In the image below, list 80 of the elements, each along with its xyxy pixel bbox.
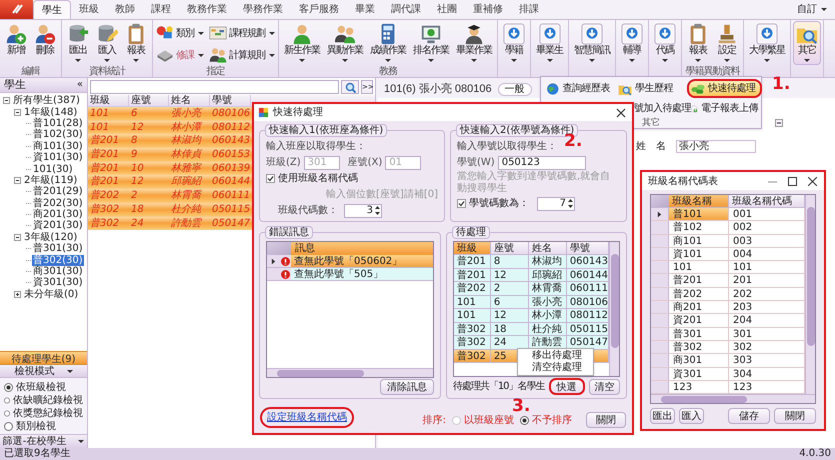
table-cell-text: 普201 xyxy=(89,162,120,174)
table-cell: 2 xyxy=(490,282,529,294)
table-cell-text: 12 xyxy=(130,175,145,188)
table-cell-text: 林倖貞 xyxy=(170,148,204,161)
table-cell-text: 杜介純 xyxy=(170,202,203,216)
sort-label: 排序: xyxy=(422,414,446,428)
table-cell: 普201 xyxy=(454,268,491,281)
group-title: 快速輸入1(依班座為條件) xyxy=(265,124,388,137)
table-cell: 18 xyxy=(490,322,529,335)
panel-title: 學生 xyxy=(4,76,26,93)
window-title: 快速待處理 xyxy=(273,106,324,120)
table-cell: 普302 xyxy=(454,336,491,348)
table-cell-text: 060144 xyxy=(211,175,251,188)
table-cell-text: 12 xyxy=(130,120,145,134)
table-cell: 普202 xyxy=(454,282,491,294)
table-cell-text: 050115 xyxy=(211,202,251,216)
table-cell-text: 普201 xyxy=(89,175,120,188)
step-number: 3. xyxy=(512,398,530,415)
table-cell-text: 9 xyxy=(130,148,138,161)
table-cell: 普302 xyxy=(454,322,491,335)
table-cell: 杜介純 xyxy=(528,322,567,335)
table-cell: 林霄喬 xyxy=(528,282,567,294)
group-label: 指定 xyxy=(206,66,226,77)
group-title: 錯誤訊息 xyxy=(265,226,313,239)
status-text: 已選取9名學生 xyxy=(4,449,70,459)
table-cell-text: 許勳雲 xyxy=(170,216,203,230)
table-cell: 101 xyxy=(454,296,491,308)
table-cell-text: 24 xyxy=(130,216,145,230)
table-cell-text: 林淑均 xyxy=(170,134,203,148)
table-cell-text: 林雅寧 xyxy=(170,162,203,174)
table-cell-text: 10 xyxy=(130,162,145,174)
group-label: 編輯 xyxy=(20,66,41,77)
table-cell-text: 101 xyxy=(89,120,110,134)
table-cell-text: 普302 xyxy=(89,202,120,216)
table-cell-text: 18 xyxy=(130,202,145,216)
window-title: 班級名稱代碼表 xyxy=(648,174,719,188)
table-cell: 101 xyxy=(454,309,491,322)
table-cell-text: 普201 xyxy=(89,134,120,148)
field-label: 班級代碼數： xyxy=(278,204,338,218)
prompt-text: 輸入學號以取得學生： xyxy=(457,140,557,154)
table-cell-text: 林小潭 xyxy=(170,120,204,134)
table-cell: 6 xyxy=(490,296,529,308)
table-cell-text: 普201 xyxy=(89,148,120,161)
table-cell-text: 060143 xyxy=(211,134,251,148)
version-text: 4.0.30 xyxy=(799,449,831,459)
group-label: 資料統計 xyxy=(88,66,126,77)
table-cell-text: 普202 xyxy=(89,189,120,202)
field-label: 學號(W) xyxy=(457,156,495,170)
table-cell-text: 2 xyxy=(130,189,138,202)
field-label: 姓 名 xyxy=(636,140,666,154)
table-cell: 12 xyxy=(490,309,529,322)
table-cell-text: 101 xyxy=(89,107,110,120)
table-cell-text: 060153 xyxy=(211,148,251,161)
table-cell-text: 張小亮 xyxy=(170,107,204,120)
table-cell: 林小潭 xyxy=(528,309,567,322)
table-cell-text: 080106 xyxy=(211,107,251,120)
student-header: 101(6) 張小亮 080106 xyxy=(384,82,492,97)
table-cell-text: 050147 xyxy=(211,216,251,230)
table-cell: 邱琬紹 xyxy=(528,268,567,281)
table-cell: 普201 xyxy=(454,255,491,268)
table-cell: 8 xyxy=(490,255,529,268)
table-cell-text: 080112 xyxy=(211,120,251,134)
hint-text: 當您輸入字數到達學號碼數,就會自動搜尋學生 xyxy=(457,171,612,195)
table-cell-text: 普302 xyxy=(89,216,120,230)
group-label: 學籍異動資料 xyxy=(684,66,741,77)
table-cell-text: 6 xyxy=(130,107,138,120)
table-cell-text: 060139 xyxy=(211,162,251,174)
group-title: 待處理 xyxy=(452,226,490,239)
count-text: 待處理共「10」名學生 xyxy=(452,380,545,394)
group-label: 教務 xyxy=(378,66,398,77)
table-cell: 12 xyxy=(490,268,529,281)
step-number: 1. xyxy=(772,76,790,93)
table-cell-text: 邱琬紹 xyxy=(170,175,204,188)
table-cell: 張小亮 xyxy=(528,296,567,308)
group-label: 其它 xyxy=(642,118,660,128)
table-cell-text: 林霄喬 xyxy=(170,189,203,202)
table-cell-text: 8 xyxy=(130,134,138,148)
table-cell: 普302 xyxy=(454,350,491,362)
table-cell: 林淑均 xyxy=(528,255,567,268)
table-cell-text: 060111 xyxy=(211,189,251,202)
